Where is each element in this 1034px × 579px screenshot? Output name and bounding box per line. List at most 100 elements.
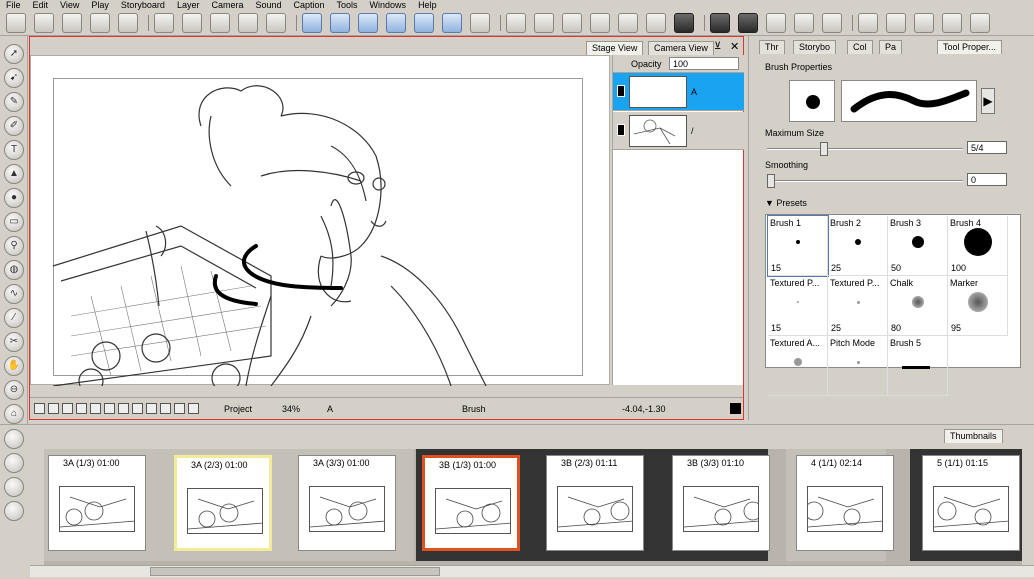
panel-menu-icon[interactable]: ⊻ (714, 41, 721, 52)
zoom-fit-icon[interactable] (160, 403, 171, 414)
sound-icon[interactable] (534, 13, 554, 33)
tab-thr[interactable]: Thr (759, 40, 785, 54)
zoom-icon[interactable] (794, 13, 814, 33)
camera-view-icon[interactable] (4, 429, 24, 449)
layer-visibility-icon[interactable] (617, 124, 625, 136)
close-icon[interactable]: ✕ (730, 40, 739, 53)
layer-row-2[interactable]: / (613, 112, 744, 150)
play-right-icon[interactable]: ▶ (981, 88, 995, 114)
rotate-icon[interactable] (766, 13, 786, 33)
tab-thumbnails[interactable]: Thumbnails (944, 429, 1003, 443)
grid-icon[interactable] (34, 403, 45, 414)
drawing-canvas[interactable] (30, 55, 610, 386)
zoom-level[interactable]: 34% (282, 404, 300, 414)
current-color-swatch[interactable] (730, 403, 741, 414)
transform-icon[interactable] (330, 13, 350, 33)
open-icon[interactable] (34, 13, 54, 33)
tab-camera-view[interactable]: Camera View (648, 41, 714, 55)
grid-icon[interactable] (358, 13, 378, 33)
fit-icon[interactable] (76, 403, 87, 414)
maximum-size-field[interactable]: 5/4 (967, 141, 1007, 154)
hand-icon[interactable]: ✋ (4, 356, 24, 376)
thumbnail-panel[interactable]: 3B (2/3) 01:11 (546, 455, 644, 551)
panel-icon[interactable] (386, 13, 406, 33)
thumbnail-panel[interactable]: 3A (3/3) 01:00 (298, 455, 396, 551)
save-icon[interactable] (62, 13, 82, 33)
thumbnail-panel[interactable]: 5 (1/1) 01:15 (922, 455, 1020, 551)
redo-icon[interactable] (266, 13, 286, 33)
perspective-icon[interactable]: ∕ (4, 308, 24, 328)
layer-visibility-icon[interactable] (617, 85, 625, 97)
smoothing-field[interactable]: 0 (967, 173, 1007, 186)
opacity-field[interactable]: 100 (669, 57, 739, 70)
project-label[interactable]: Project (224, 404, 252, 414)
thumbnail-panel[interactable]: 3B (1/3) 01:00 (422, 455, 520, 551)
maximum-size-thumb[interactable] (819, 142, 828, 156)
menu-item[interactable]: Edit (33, 0, 49, 10)
preset-cell[interactable]: Brush 4 100 (948, 216, 1008, 276)
menu-item[interactable]: Camera (211, 0, 243, 10)
color-icon[interactable] (590, 13, 610, 33)
menu-item[interactable]: Windows (370, 0, 407, 10)
lock-icon[interactable] (4, 477, 24, 497)
onion-icon[interactable] (4, 453, 24, 473)
smoothing-thumb[interactable] (767, 174, 775, 188)
color-icon[interactable] (174, 403, 185, 414)
rotate-view-icon[interactable] (90, 403, 101, 414)
menu-item[interactable]: Tools (337, 0, 358, 10)
zoom-icon[interactable]: ⊖ (4, 380, 24, 400)
thumbnail-panel[interactable]: 3B (3/3) 01:10 (672, 455, 770, 551)
preset-cell[interactable]: Brush 1 15 (767, 215, 829, 277)
stamp-icon[interactable]: ● (4, 188, 24, 208)
maximum-size-slider[interactable] (767, 142, 963, 156)
preset-cell[interactable]: Textured P... 15 (768, 276, 828, 336)
shape-icon[interactable] (618, 13, 638, 33)
text-icon[interactable]: T (4, 140, 24, 160)
smoothing-slider[interactable] (767, 174, 963, 188)
frame-icon[interactable] (48, 403, 59, 414)
preset-cell[interactable]: Textured A... (768, 336, 828, 396)
onion-skin-icon[interactable] (118, 403, 129, 414)
brush-icon[interactable]: ✎ (4, 92, 24, 112)
thumbnail-panel[interactable]: 3A (2/3) 01:00 (174, 455, 272, 551)
zoom-out-icon[interactable] (188, 403, 199, 414)
save-as-icon[interactable] (90, 13, 110, 33)
horizontal-scrollbar[interactable] (30, 565, 1034, 577)
tab-stage-view[interactable]: Stage View (586, 41, 644, 55)
ink-icon[interactable]: ◍ (4, 260, 24, 280)
tab-storybo[interactable]: Storybo (793, 40, 837, 54)
panel-list-icon[interactable] (414, 13, 434, 33)
tab-pa[interactable]: Pa (879, 40, 903, 54)
smooth-icon[interactable]: ∿ (4, 284, 24, 304)
menu-item[interactable]: Sound (255, 0, 281, 10)
preset-cell[interactable]: Marker 95 (948, 276, 1008, 336)
menu-item[interactable]: Help (418, 0, 437, 10)
menu-item[interactable]: File (6, 0, 21, 10)
preset-cell[interactable]: Chalk 80 (888, 276, 948, 336)
select-icon[interactable]: ➚ (4, 44, 24, 64)
clock-icon[interactable] (506, 13, 526, 33)
layer-row-a[interactable]: A (613, 73, 744, 111)
stop-icon[interactable] (942, 13, 962, 33)
preset-cell[interactable]: Brush 3 50 (888, 216, 948, 276)
menu-item[interactable]: Caption (294, 0, 325, 10)
extra-icon[interactable] (970, 13, 990, 33)
tab-tool-proper-[interactable]: Tool Proper... (937, 40, 1003, 54)
menu-item[interactable]: View (60, 0, 79, 10)
copy-icon[interactable] (154, 13, 174, 33)
paint-icon[interactable] (710, 13, 730, 33)
preset-cell[interactable]: Pitch Mode (828, 336, 888, 396)
rectangle-icon[interactable]: ▭ (4, 212, 24, 232)
menu-item[interactable]: Layer (177, 0, 200, 10)
cutter-icon[interactable]: ✂ (4, 332, 24, 352)
settings-icon[interactable] (858, 13, 878, 33)
preset-cell[interactable]: Brush 2 25 (828, 216, 888, 276)
reset-view-icon[interactable] (146, 403, 157, 414)
delete-icon[interactable] (210, 13, 230, 33)
record-icon[interactable] (886, 13, 906, 33)
camera-icon[interactable] (470, 13, 490, 33)
layer-icon[interactable] (302, 13, 322, 33)
undo-icon[interactable] (238, 13, 258, 33)
thumbnail-panel[interactable]: 4 (1/1) 02:14 (796, 455, 894, 551)
thumbnail-panel[interactable]: 3A (1/3) 01:00 (48, 455, 146, 551)
